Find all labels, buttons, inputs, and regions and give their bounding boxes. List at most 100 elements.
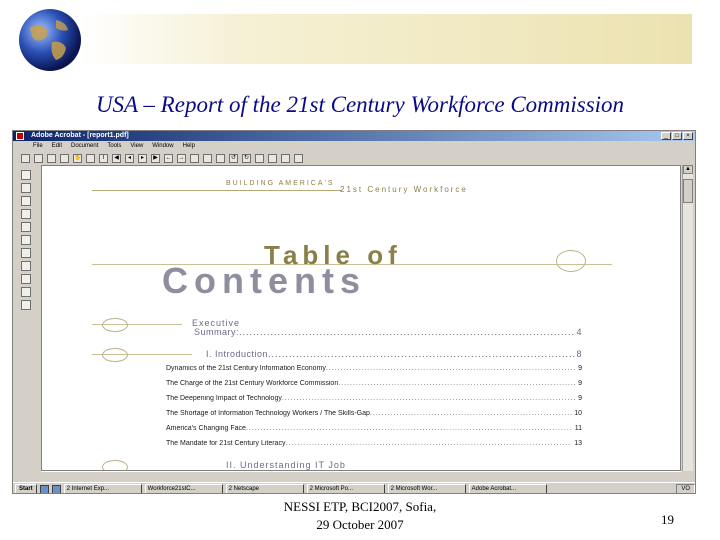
find-icon[interactable]	[255, 154, 264, 163]
actual-size-icon[interactable]	[190, 154, 199, 163]
doc-header-right: 21st Century Workforce	[340, 185, 468, 194]
go-forward-icon[interactable]: →	[177, 154, 186, 163]
quicklaunch-ie-icon[interactable]	[39, 484, 49, 493]
pencil-tool-icon[interactable]	[21, 274, 31, 284]
menu-bar: File Edit Document Tools View Window Hel…	[13, 142, 695, 151]
taskbar-item[interactable]: 2 Netscape	[225, 483, 304, 493]
crop-tool-icon[interactable]	[21, 209, 31, 219]
previous-page-icon[interactable]: ◂	[125, 154, 134, 163]
save-icon[interactable]	[34, 154, 43, 163]
toc-section-understanding[interactable]: II. Understanding IT Job	[226, 460, 346, 470]
article-tool-icon[interactable]	[21, 261, 31, 271]
toc-entry-page: 9	[578, 365, 582, 372]
minimize-button[interactable]: _	[661, 132, 671, 140]
menu-tools[interactable]: Tools	[107, 142, 121, 151]
toc-entry-page: 9	[578, 395, 582, 402]
toc-entry-label: The Mandate for 21st Century Literacy	[166, 440, 286, 447]
status-bar	[41, 471, 681, 481]
menu-help[interactable]: Help	[183, 142, 195, 151]
go-back-icon[interactable]: ←	[164, 154, 173, 163]
form-tool-icon[interactable]	[21, 235, 31, 245]
window-title: Adobe Acrobat - [report1.pdf]	[31, 132, 129, 139]
taskbar-item[interactable]: 2 Microsoft Po...	[306, 483, 385, 493]
slide-title: USA – Report of the 21st Century Workfor…	[95, 92, 625, 117]
note-tool-icon[interactable]	[21, 170, 31, 180]
toc-entry[interactable]: The Shortage of Information Technology W…	[166, 410, 582, 417]
movie-tool-icon[interactable]	[21, 222, 31, 232]
menu-window[interactable]: Window	[152, 142, 173, 151]
toc-entry[interactable]: The Deepening Impact of Technology .....…	[166, 395, 582, 402]
toc-entry[interactable]: Dynamics of the 21st Century Information…	[166, 365, 582, 372]
toc-entry-page: 9	[578, 380, 582, 387]
document-page: BUILDING AMERICA'S 21st Century Workforc…	[41, 165, 681, 471]
vertical-scrollbar[interactable]: ▲	[682, 165, 693, 471]
print-icon[interactable]	[47, 154, 56, 163]
show-navigation-icon[interactable]	[60, 154, 69, 163]
next-page-icon[interactable]: ▸	[138, 154, 147, 163]
taskbar-item[interactable]: 2 Internet Exp...	[63, 483, 142, 493]
slide-page-number: 19	[661, 512, 674, 527]
web-capture-icon[interactable]	[294, 154, 303, 163]
toc-section-introduction[interactable]: I. Introduction ........................…	[206, 349, 582, 359]
toc-entry-label: The Charge of the 21st Century Workforce…	[166, 380, 339, 387]
toc-section-introduction-label: I. Introduction	[206, 349, 269, 359]
menu-view[interactable]: View	[130, 142, 143, 151]
window-titlebar: Adobe Acrobat - [report1.pdf] _ □ ×	[13, 131, 695, 141]
toc-entry[interactable]: The Charge of the 21st Century Workforce…	[166, 380, 582, 387]
toc-section-summary-page: 4	[576, 327, 582, 337]
first-page-icon[interactable]: ◀	[112, 154, 121, 163]
scroll-up-icon[interactable]: ▲	[683, 165, 693, 174]
toolbar: ✋ T ◀ ◂ ▸ ▶ ← → ↺ ↻	[19, 152, 679, 165]
start-button[interactable]: Start	[15, 483, 37, 493]
scroll-thumb[interactable]	[683, 179, 693, 203]
acrobat-app-icon	[16, 132, 24, 140]
maximize-button[interactable]: □	[672, 132, 682, 140]
header-rule	[92, 190, 342, 191]
section-circle-2	[102, 348, 128, 362]
web-link-icon[interactable]	[281, 154, 290, 163]
system-tray: VO	[676, 483, 695, 493]
section-circle-1	[102, 318, 128, 332]
rotate-right-icon[interactable]: ↻	[242, 154, 251, 163]
toc-entry-label: The Deepening Impact of Technology	[166, 395, 282, 402]
quicklaunch-desktop-icon[interactable]	[51, 484, 61, 493]
toc-entry[interactable]: The Mandate for 21st Century Literacy ..…	[166, 440, 582, 447]
menu-document[interactable]: Document	[71, 142, 98, 151]
toc-entry-page: 11	[574, 425, 582, 432]
footer-line-2: 29 October 2007	[316, 517, 404, 532]
toc-entry-label: America's Changing Face	[166, 425, 246, 432]
toc-entry-label: Dynamics of the 21st Century Information…	[166, 365, 326, 372]
globe-icon	[19, 9, 81, 71]
menu-file[interactable]: File	[33, 142, 43, 151]
menu-edit[interactable]: Edit	[52, 142, 62, 151]
toc-entry[interactable]: America's Changing Face ................…	[166, 425, 582, 432]
stamp-tool-icon[interactable]	[21, 287, 31, 297]
title-circle	[556, 250, 586, 272]
toc-section-summary[interactable]: Summary: ...............................…	[194, 327, 582, 337]
windows-taskbar: Start 2 Internet Exp... Workforce21stC..…	[13, 482, 695, 493]
close-button[interactable]: ×	[683, 132, 693, 140]
left-tool-palette	[17, 167, 37, 467]
rotate-left-icon[interactable]: ↺	[229, 154, 238, 163]
text-select-icon[interactable]: T	[99, 154, 108, 163]
last-page-icon[interactable]: ▶	[151, 154, 160, 163]
taskbar-item[interactable]: Workforce21stC...	[144, 483, 223, 493]
highlight-tool-icon[interactable]	[21, 183, 31, 193]
taskbar-item[interactable]: 2 Microsoft Wor...	[387, 483, 466, 493]
toc-entry-page: 10	[574, 410, 582, 417]
doc-header-left: BUILDING AMERICA'S	[226, 180, 335, 187]
fit-page-icon[interactable]	[203, 154, 212, 163]
hand-tool-icon[interactable]: ✋	[73, 154, 82, 163]
taskbar-item[interactable]: Adobe Acrobat...	[468, 483, 547, 493]
zoom-tool-icon[interactable]	[86, 154, 95, 163]
comment-tool-icon[interactable]	[21, 300, 31, 310]
toc-section-summary-label: Summary:	[194, 327, 240, 337]
touchup-text-icon[interactable]	[21, 248, 31, 258]
fit-width-icon[interactable]	[216, 154, 225, 163]
toc-entry-page: 13	[574, 440, 582, 447]
toc-section-introduction-page: 8	[576, 349, 582, 359]
link-tool-icon[interactable]	[21, 196, 31, 206]
footer-line-1: NESSI ETP, BCI2007, Sofia,	[283, 499, 437, 514]
search-icon[interactable]	[268, 154, 277, 163]
open-icon[interactable]	[21, 154, 30, 163]
